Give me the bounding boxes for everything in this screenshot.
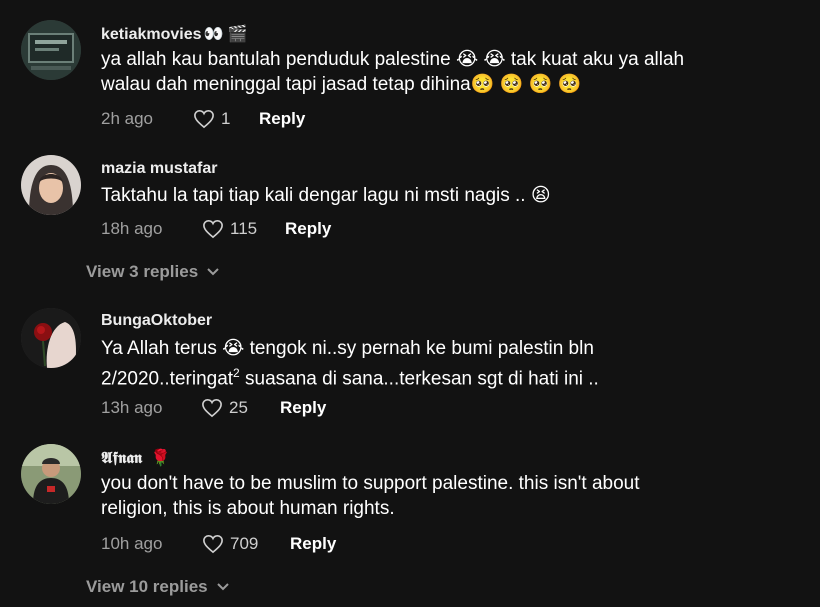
like-count: 115 [230,219,258,238]
comment-line: ya allah kau bantulah penduduk palestine… [101,49,685,70]
comment-line: you don't have to be muslim to support p… [101,473,640,494]
avatar[interactable] [21,308,81,368]
like-count: 709 [230,534,259,553]
reply-button[interactable]: Reply [285,219,331,239]
view-replies-button[interactable]: View 3 replies [86,262,220,282]
comment-username[interactable]: 𝕬𝖋𝖓𝖆𝖓 🌹 [101,448,171,468]
username-text: ketiakmovies [101,26,202,43]
avatar[interactable] [21,155,81,215]
comment-time: 13h ago [101,398,163,417]
like-button[interactable]: 709 [202,534,258,554]
avatar[interactable] [21,20,81,80]
comment-line-part: suasana di sana...terkesan sgt di hati i… [245,368,599,390]
comment-username[interactable]: ketiakmovies 👀 🎬 [101,24,248,44]
avatar-image [21,20,81,80]
comment-username[interactable]: BungaOktober [101,312,212,330]
chevron-down-icon [216,583,229,591]
heart-icon [203,219,223,239]
superscript: 2 [233,366,240,380]
comment-text: you don't have to be muslim to support p… [101,471,801,521]
comment-time: 2h ago [101,109,153,128]
comment-time: 10h ago [101,534,163,553]
view-replies-label: View 3 replies [86,262,199,281]
like-button[interactable]: 25 [201,398,248,418]
heart-icon [202,398,222,418]
username-emoji: 🌹 [150,450,171,467]
comment-line: 2/2020..teringat2 suasana di sana...terk… [101,361,801,391]
reply-button[interactable]: Reply [280,398,326,418]
comment-username[interactable]: mazia mustafar [101,160,218,178]
like-button[interactable]: 1 [193,109,230,129]
heart-icon [203,534,223,554]
comment-line: Ya Allah terus 😭 tengok ni..sy pernah ke… [101,338,594,359]
comment-text: Taktahu la tapi tiap kali dengar lagu ni… [101,183,801,208]
comment-time: 18h ago [101,219,163,238]
view-replies-label: View 10 replies [86,577,208,596]
reply-button[interactable]: Reply [290,534,336,554]
like-button[interactable]: 115 [202,219,257,239]
username-emoji: 👀 🎬 [203,26,248,43]
avatar[interactable] [21,444,81,504]
like-count: 1 [221,109,231,128]
view-replies-button[interactable]: View 10 replies [86,577,230,597]
reply-button[interactable]: Reply [259,109,305,129]
username-text: 𝕬𝖋𝖓𝖆𝖓 [101,450,143,467]
avatar-image [21,444,81,504]
chevron-down-icon [207,268,219,276]
comment-text: Ya Allah terus 😭 tengok ni..sy pernah ke… [101,336,801,391]
comment-line: walau dah meninggal tapi jasad tetap dih… [101,74,582,95]
comment-line-part: 2/2020..teringat [101,368,234,390]
avatar-image [21,155,81,215]
comment-line: religion, this is about human rights. [101,498,395,519]
like-count: 25 [229,398,248,417]
comment-line: Taktahu la tapi tiap kali dengar lagu ni… [101,185,551,206]
comment-text: ya allah kau bantulah penduduk palestine… [101,47,801,97]
avatar-image [21,308,81,368]
heart-icon [194,109,214,129]
